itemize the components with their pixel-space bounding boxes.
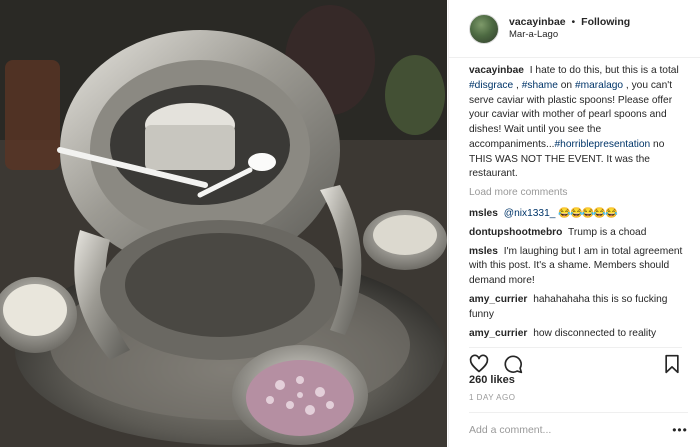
- action-bar: [469, 347, 682, 374]
- add-comment-bar: •••: [469, 412, 688, 446]
- heart-icon[interactable]: [469, 354, 489, 374]
- post-header: vacayinbae • Following Mar-a-Lago: [449, 0, 700, 58]
- header-line: vacayinbae • Following: [509, 15, 630, 29]
- comment-mention[interactable]: @nix1331_: [504, 208, 556, 219]
- caption-text-1: I hate to do this, but this is a total: [526, 65, 679, 76]
- hashtag-maralago[interactable]: #maralago: [575, 80, 623, 91]
- load-more-comments-button[interactable]: Load more comments: [469, 186, 688, 201]
- caption: vacayinbae I hate to do this, but this i…: [469, 64, 688, 182]
- post-photo[interactable]: [0, 0, 447, 447]
- comment-item: dontupshootmebro Trump is a choad: [469, 226, 688, 241]
- caption-text-2: ,: [513, 79, 522, 91]
- comment-item: msles I'm laughing but I am in total agr…: [469, 245, 688, 289]
- comment-author[interactable]: dontupshootmebro: [469, 227, 562, 238]
- comment-item: msles @nix1331_ 😂😂😂😂😂: [469, 207, 688, 222]
- header-text: vacayinbae • Following Mar-a-Lago: [509, 15, 630, 42]
- comment-author[interactable]: amy_currier: [469, 328, 527, 339]
- following-button[interactable]: Following: [581, 16, 630, 28]
- hashtag-horriblepresentation[interactable]: #horriblepresentation: [555, 139, 651, 150]
- post-side-panel: vacayinbae • Following Mar-a-Lago vacayi…: [448, 0, 700, 447]
- comment-item: amy_currier hahahahaha this is so fuckin…: [469, 293, 688, 323]
- hashtag-shame[interactable]: #shame: [522, 80, 558, 91]
- bookmark-icon[interactable]: [662, 354, 682, 374]
- laughing-emoji-icon: 😂😂😂😂😂: [558, 208, 617, 220]
- ellipsis-icon[interactable]: •••: [672, 423, 688, 437]
- comment-input[interactable]: [469, 423, 672, 436]
- comment-author[interactable]: amy_currier: [469, 294, 527, 305]
- separator-dot: •: [571, 16, 576, 28]
- comments-list[interactable]: vacayinbae I hate to do this, but this i…: [469, 64, 688, 344]
- comment-text: Trump is a choad: [568, 226, 647, 238]
- caption-text-3: on: [557, 79, 575, 91]
- comment-text: I'm laughing but I am in total agreement…: [469, 245, 683, 287]
- username-link[interactable]: vacayinbae: [509, 16, 566, 28]
- caviar-service-photo: [0, 0, 447, 447]
- comment-item: amy_currier how disconnected to reality: [469, 327, 688, 342]
- post-timestamp[interactable]: 1 DAY AGO: [469, 393, 515, 402]
- comment-author[interactable]: msles: [469, 208, 498, 219]
- avatar[interactable]: [469, 13, 499, 44]
- comment-text: how disconnected to reality: [533, 327, 657, 339]
- caption-author[interactable]: vacayinbae: [469, 65, 524, 76]
- likes-count[interactable]: 260 likes: [469, 374, 515, 386]
- location-link[interactable]: Mar-a-Lago: [509, 29, 630, 42]
- speech-bubble-icon[interactable]: [503, 354, 523, 374]
- comment-author[interactable]: msles: [469, 246, 498, 257]
- hashtag-disgrace[interactable]: #disgrace: [469, 80, 513, 91]
